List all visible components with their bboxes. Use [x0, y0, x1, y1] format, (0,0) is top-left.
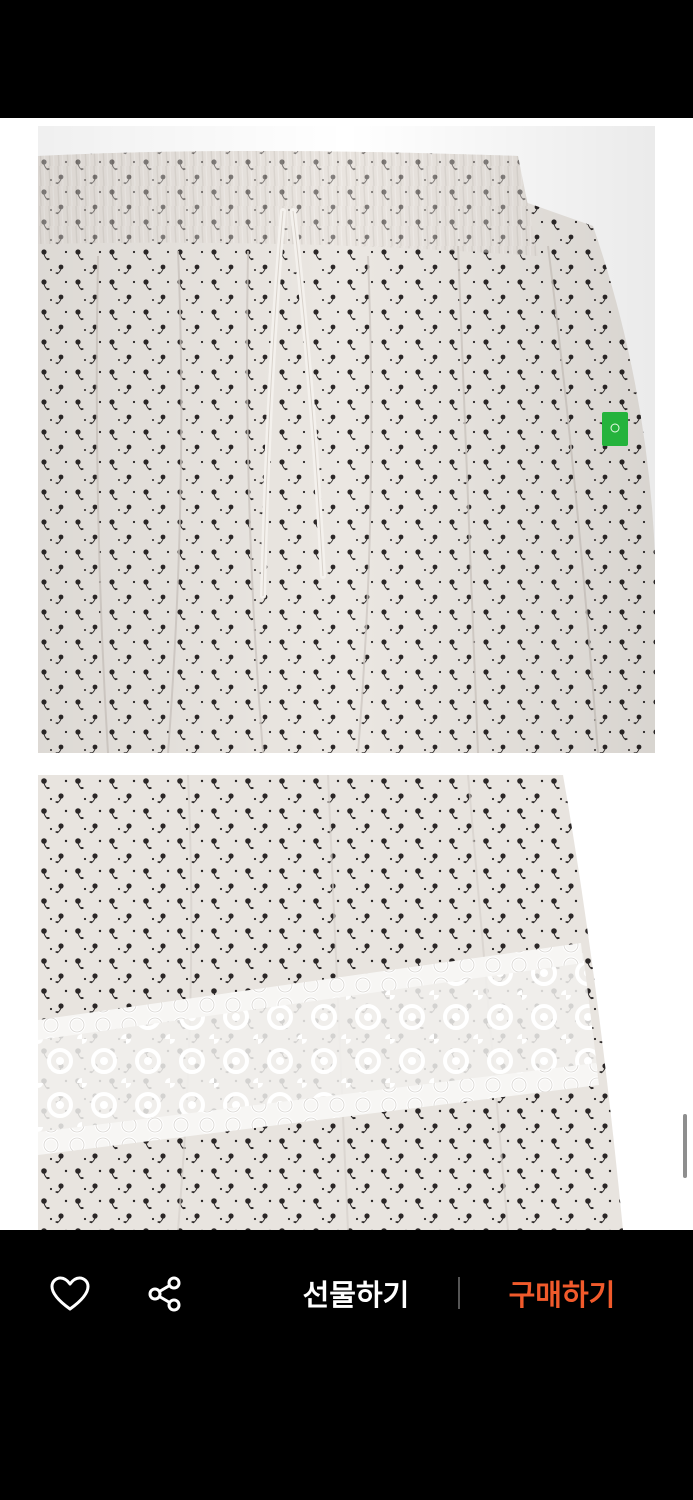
product-image-waistband	[38, 126, 655, 753]
like-button[interactable]	[44, 1268, 96, 1320]
buy-button[interactable]: 구매하기	[490, 1274, 634, 1316]
skirt-waistband-illustration	[38, 126, 655, 753]
product-detail-content	[0, 118, 693, 1230]
share-button[interactable]	[139, 1268, 191, 1320]
status-bar-area	[0, 0, 693, 118]
bottom-action-bar: 선물하기 구매하기	[0, 1230, 693, 1500]
skirt-lace-hem-illustration	[38, 775, 655, 1230]
share-icon	[148, 1276, 181, 1312]
product-image-lace-hem	[38, 775, 655, 1230]
action-divider	[458, 1277, 460, 1309]
action-row: 선물하기 구매하기	[0, 1230, 693, 1358]
heart-icon	[50, 1276, 90, 1311]
gift-button[interactable]: 선물하기	[284, 1274, 428, 1316]
scrollbar-thumb[interactable]	[683, 1114, 687, 1178]
brand-tag-icon	[602, 412, 628, 446]
